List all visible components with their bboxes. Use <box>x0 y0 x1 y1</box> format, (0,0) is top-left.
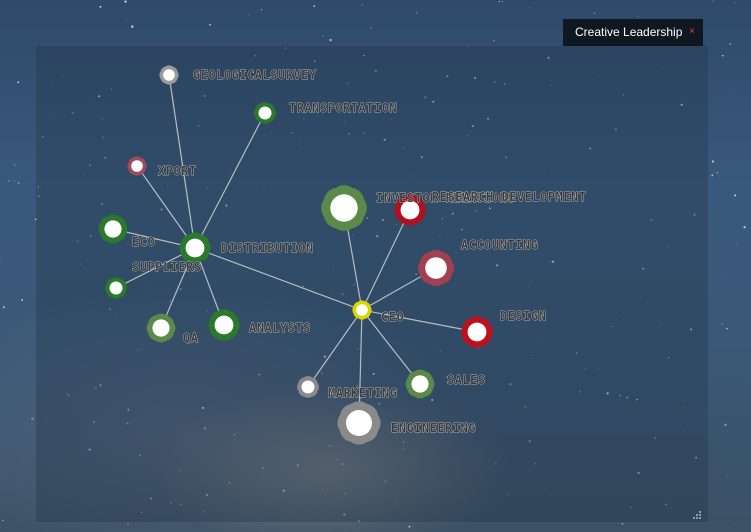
node-core <box>104 220 122 238</box>
node-core <box>214 315 234 335</box>
node-geologicalsurvey[interactable] <box>159 65 179 85</box>
node-xport[interactable] <box>127 156 147 176</box>
node-label-qa: QA <box>183 331 199 345</box>
node-core <box>356 304 368 316</box>
node-suppliers[interactable] <box>105 277 127 299</box>
node-core <box>152 319 170 337</box>
node-core <box>330 194 358 222</box>
node-accounting[interactable] <box>418 249 455 287</box>
node-core <box>185 238 205 258</box>
node-label-accounting: ACCOUNTING <box>461 238 538 252</box>
node-core <box>258 106 272 120</box>
node-label-eco: ECO <box>132 235 155 249</box>
node-qa[interactable] <box>146 313 176 343</box>
node-label-engineering: ENGINEERING <box>391 421 476 435</box>
node-label-design: DESIGN <box>500 309 546 323</box>
node-label-sales: SALES <box>447 373 486 387</box>
node-design[interactable] <box>461 316 493 348</box>
node-label-analysts: ANALYSTS <box>249 321 311 335</box>
node-core <box>411 375 429 393</box>
node-core <box>163 69 175 81</box>
node-core <box>301 380 315 394</box>
node-engineering[interactable] <box>337 401 381 445</box>
node-label-suppliers: SUPPLIERS <box>132 260 202 274</box>
node-core <box>425 257 447 279</box>
node-label-ceo: CEO <box>381 310 404 324</box>
edge-distribution-ceo <box>194 247 363 311</box>
resize-grip-icon[interactable] <box>692 510 702 520</box>
node-label-marketing: MARKETING <box>328 386 398 400</box>
edge-ceo-research-development <box>361 209 411 311</box>
edge-ceo-marketing <box>307 309 363 388</box>
node-core <box>109 281 123 295</box>
node-sales[interactable] <box>405 369 435 399</box>
node-label-xport: XPORT <box>158 164 197 178</box>
node-ceo[interactable] <box>352 300 372 320</box>
node-label-distribution: DISTRIBUTION <box>221 241 314 255</box>
node-marketing[interactable] <box>297 376 319 398</box>
node-label-research-development: RESEARCH DEVELOPMENT <box>432 190 587 204</box>
node-eco[interactable] <box>98 214 128 244</box>
close-icon[interactable]: × <box>687 25 697 39</box>
window-tab[interactable]: Creative Leadership × <box>563 19 703 46</box>
node-transportation[interactable] <box>254 102 276 124</box>
node-core <box>467 322 487 342</box>
node-distribution[interactable] <box>179 232 211 264</box>
node-analysts[interactable] <box>208 309 240 341</box>
org-network-graph[interactable]: GEOLOGICALSURVEY TRANSPORTATION XPORT ECO SU… <box>0 0 751 532</box>
edge-ceo-design <box>361 309 478 333</box>
node-label-geologicalsurvey: GEOLOGICALSURVEY <box>193 68 317 82</box>
edge-distribution-geologicalsurvey <box>168 74 196 249</box>
graph-nodes[interactable] <box>98 65 493 445</box>
node-investor-relations[interactable] <box>321 185 367 231</box>
node-label-transportation: TRANSPORTATION <box>289 101 397 115</box>
node-core <box>131 160 143 172</box>
tab-title: Creative Leadership <box>575 25 683 39</box>
node-core <box>346 410 372 436</box>
edge-distribution-transportation <box>194 112 266 249</box>
